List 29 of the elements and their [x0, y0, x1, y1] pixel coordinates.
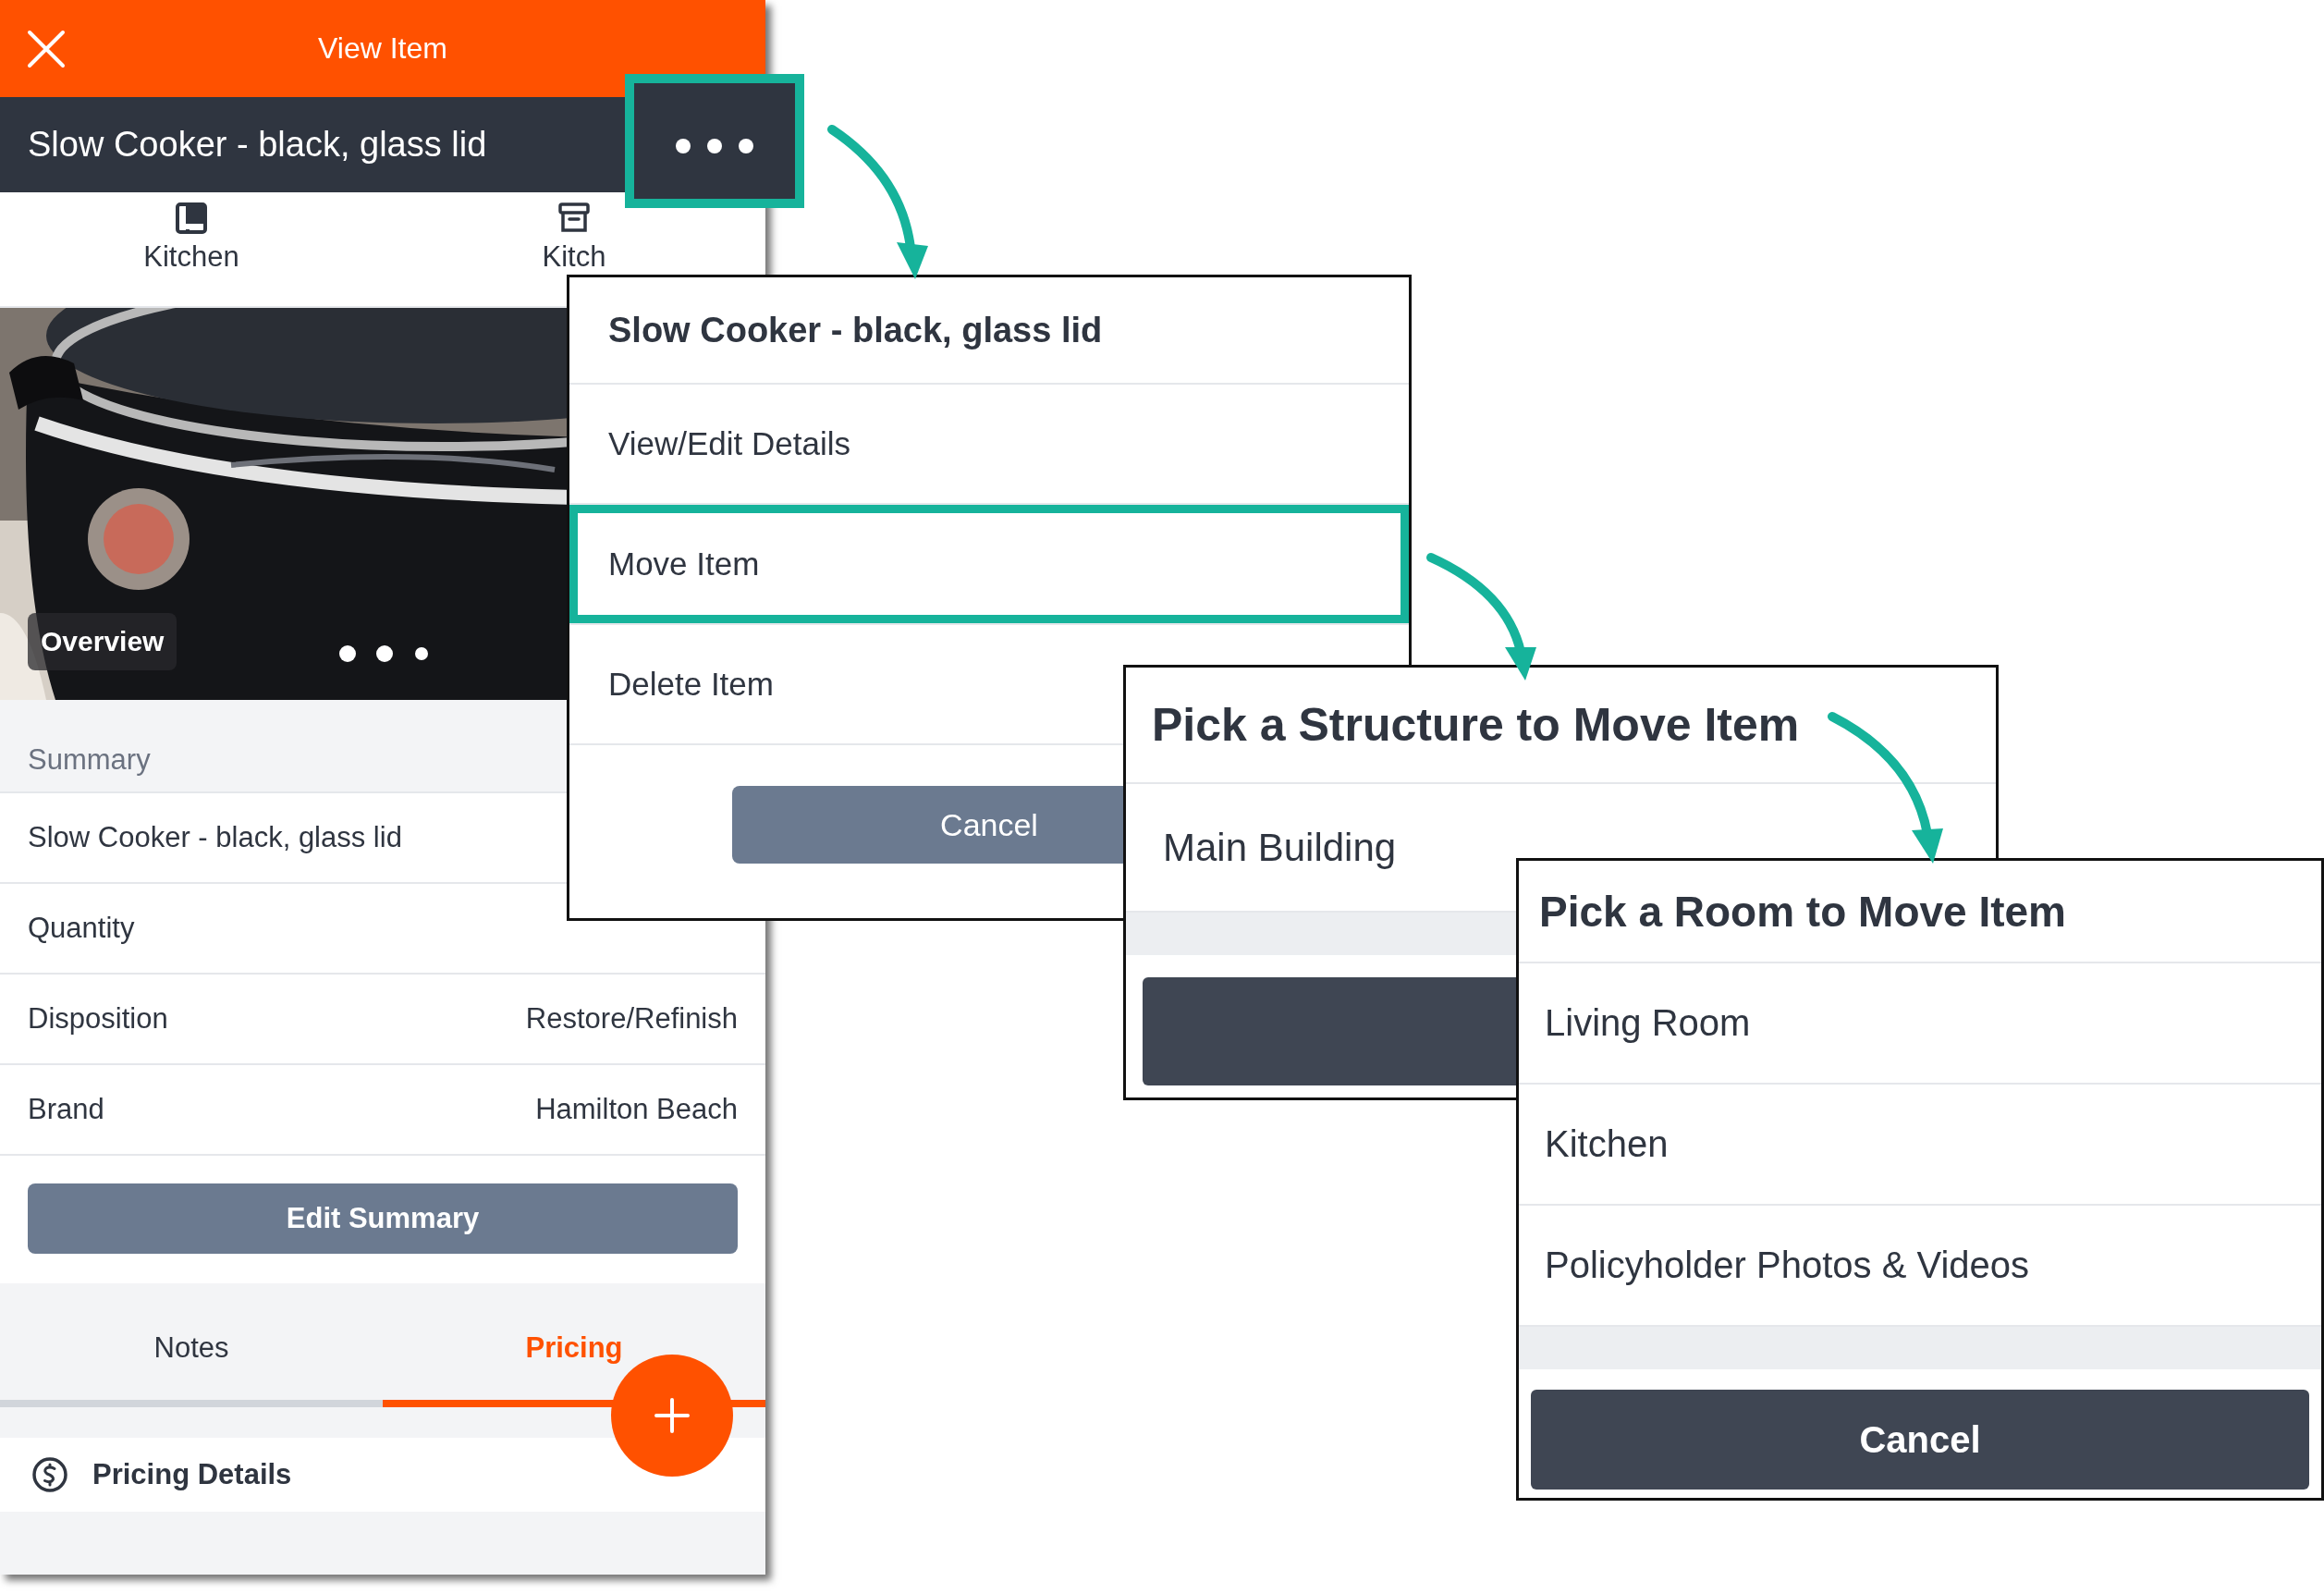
- menu-item[interactable]: View/Edit Details: [569, 385, 1409, 505]
- field-label: Brand: [28, 1093, 104, 1126]
- room-icon: [175, 202, 208, 235]
- dollar-icon: [31, 1456, 68, 1493]
- menu-item[interactable]: Kitchen: [1519, 1085, 2321, 1206]
- section-title: Pricing Details: [92, 1458, 292, 1491]
- menu-item[interactable]: Move Item: [569, 505, 1409, 625]
- more-button[interactable]: [625, 74, 804, 208]
- close-button[interactable]: [26, 28, 67, 69]
- box-icon: [557, 202, 591, 235]
- edit-summary-button[interactable]: Edit Summary: [28, 1183, 738, 1254]
- dialog-title: Pick a Structure to Move Item: [1126, 668, 1996, 784]
- menu-item[interactable]: Living Room: [1519, 963, 2321, 1085]
- dialog-title: Slow Cooker - black, glass lid: [569, 277, 1409, 385]
- field-value: Hamilton Beach: [535, 1093, 738, 1126]
- location-tab[interactable]: Kitchen: [0, 192, 383, 306]
- screen-title: View Item: [318, 31, 447, 66]
- cancel-button[interactable]: Cancel: [1531, 1390, 2309, 1490]
- field-value: Restore/Refinish: [525, 1002, 738, 1036]
- more-icon: [674, 136, 755, 155]
- section-tab[interactable]: Notes: [0, 1283, 383, 1407]
- field-label: Slow Cooker - black, glass lid: [28, 821, 402, 854]
- field-label: Quantity: [28, 912, 135, 945]
- plus-icon: [654, 1397, 691, 1434]
- close-icon: [26, 28, 67, 69]
- field-label: Disposition: [28, 1002, 168, 1036]
- photo-caption: Overview: [28, 613, 177, 670]
- item-title: Slow Cooker - black, glass lid: [27, 125, 487, 165]
- dialog-title: Pick a Room to Move Item: [1519, 861, 2321, 963]
